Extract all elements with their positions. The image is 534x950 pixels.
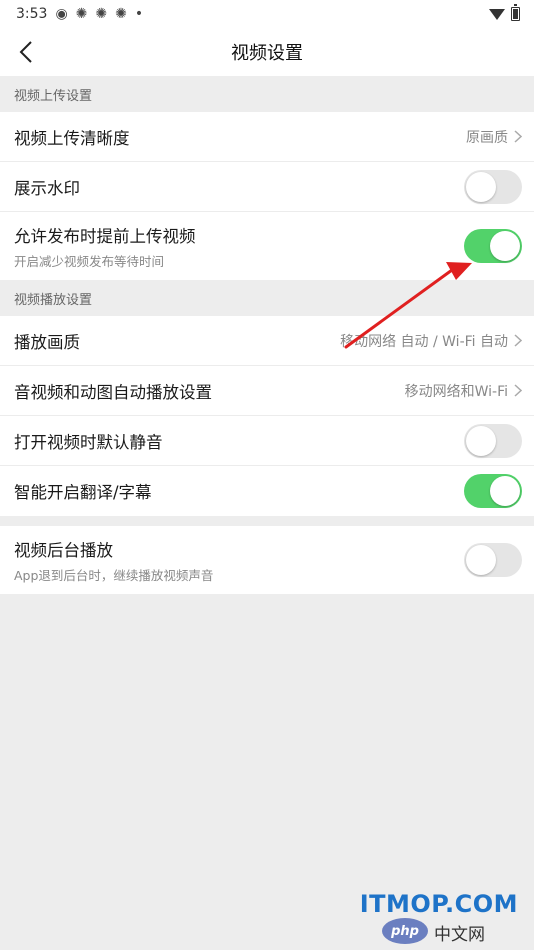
row-text: 允许发布时提前上传视频 开启减少视频发布等待时间 (14, 223, 196, 270)
chevron-right-icon (514, 334, 522, 347)
pre-upload-row: 允许发布时提前上传视频 开启减少视频发布等待时间 (0, 212, 534, 280)
toggle-knob (490, 476, 520, 506)
battery-icon (511, 4, 520, 21)
row-value: 移动网络和Wi-Fi (405, 381, 522, 401)
section-header-playback: 视频播放设置 (0, 280, 534, 316)
watermark-row: 展示水印 (0, 162, 534, 212)
status-left: 3:53 ◉ ✺ ✺ ✺ • (16, 6, 143, 22)
app-icon: ✺ (95, 6, 108, 22)
app-icon: ✺ (115, 6, 127, 22)
toggle-knob (466, 171, 496, 202)
php-logo: php (382, 918, 428, 944)
row-title: 音视频和动图自动播放设置 (14, 382, 212, 402)
status-bar: 3:53 ◉ ✺ ✺ ✺ • (0, 0, 534, 28)
row-subtitle: App退到后台时，继续播放视频声音 (14, 567, 214, 583)
pre-upload-toggle[interactable] (464, 229, 522, 263)
toggle-knob (466, 545, 496, 575)
chevron-right-icon (514, 130, 522, 143)
subtitle-toggle[interactable] (464, 474, 522, 508)
row-title: 播放画质 (14, 332, 80, 352)
chevron-right-icon (514, 384, 522, 397)
background-play-toggle[interactable] (464, 543, 522, 577)
nav-bar: 视频设置 (0, 28, 534, 76)
row-text: 视频后台播放 App退到后台时，继续播放视频声音 (14, 537, 213, 584)
back-button[interactable] (12, 38, 40, 66)
subtitle-row: 智能开启翻译/字幕 (0, 466, 534, 516)
row-title: 视频后台播放 (14, 540, 113, 560)
row-value: 移动网络 自动 / Wi-Fi 自动 (340, 331, 522, 351)
weibo-icon: ◉ (55, 6, 68, 22)
row-title: 视频上传清晰度 (14, 128, 130, 148)
section-header-upload: 视频上传设置 (0, 76, 534, 112)
chevron-left-icon (19, 41, 32, 63)
row-subtitle: 开启减少视频发布等待时间 (14, 253, 165, 269)
row-title: 打开视频时默认静音 (14, 432, 163, 452)
autoplay-row[interactable]: 音视频和动图自动播放设置 移动网络和Wi-Fi (0, 366, 534, 416)
section-gap (0, 516, 534, 526)
row-title: 智能开启翻译/字幕 (14, 483, 152, 502)
playback-quality-row[interactable]: 播放画质 移动网络 自动 / Wi-Fi 自动 (0, 316, 534, 366)
row-title: 允许发布时提前上传视频 (14, 226, 196, 246)
toggle-knob (466, 425, 496, 456)
app-icon: ✺ (75, 6, 88, 22)
watermark-toggle[interactable] (464, 169, 522, 204)
watermark-main: ITMOP.COM (359, 890, 518, 918)
playback-quality-value: 移动网络 自动 / Wi-Fi 自动 (340, 333, 508, 350)
row-value: 原画质 (466, 127, 522, 147)
status-right (489, 4, 520, 21)
default-mute-toggle[interactable] (464, 423, 522, 458)
watermark-text: 中文网 (434, 925, 485, 945)
dot-icon: • (134, 6, 144, 22)
row-title: 展示水印 (14, 178, 80, 198)
background-play-row: 视频后台播放 App退到后台时，继续播放视频声音 (0, 526, 534, 594)
autoplay-value: 移动网络和Wi-Fi (404, 383, 508, 400)
default-mute-row: 打开视频时默认静音 (0, 416, 534, 466)
watermark: ITMOP.COM php 中文网 (334, 888, 524, 948)
wifi-icon (489, 8, 505, 20)
status-time: 3:53 (16, 6, 48, 22)
upload-quality-value: 原画质 (466, 129, 508, 146)
upload-quality-row[interactable]: 视频上传清晰度 原画质 (0, 112, 534, 162)
page-title: 视频设置 (231, 43, 303, 64)
toggle-knob (490, 231, 520, 261)
